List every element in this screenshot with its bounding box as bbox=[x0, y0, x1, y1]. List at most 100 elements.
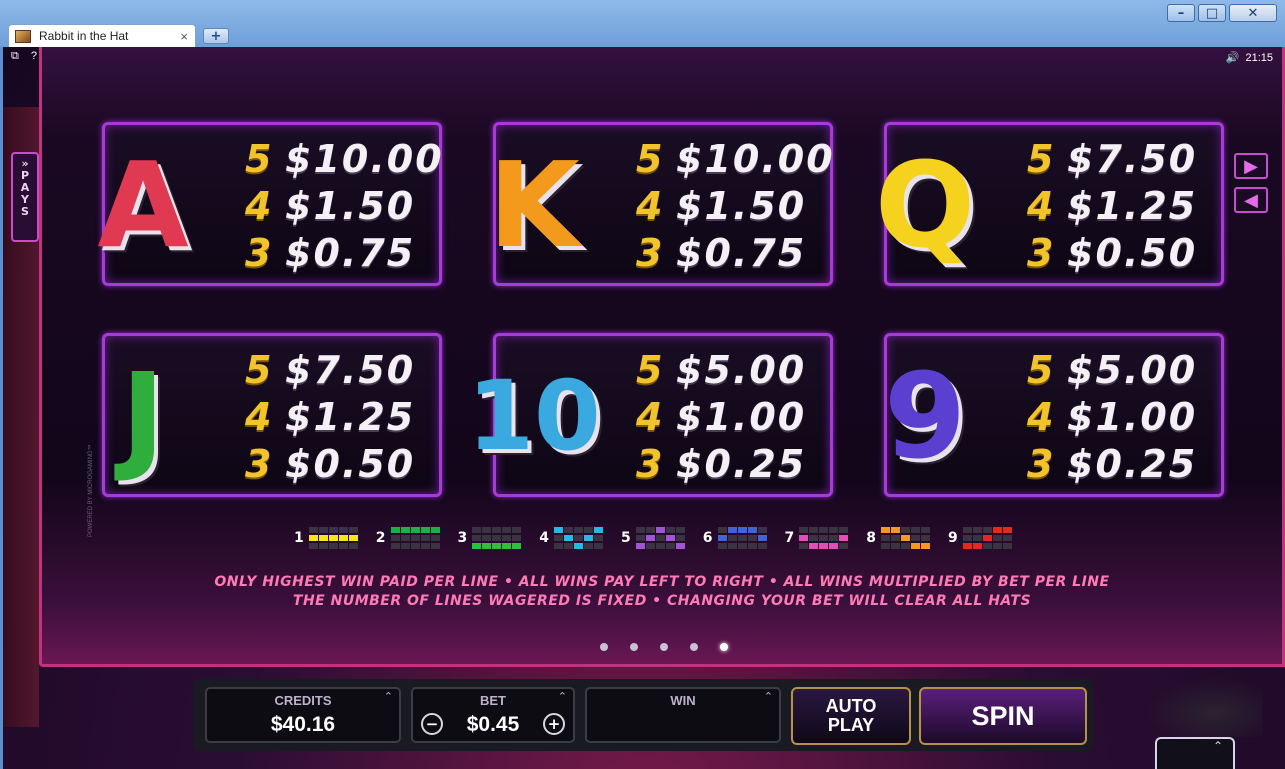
payline-cell bbox=[645, 543, 655, 549]
payline-cell bbox=[512, 527, 522, 533]
close-window-button[interactable]: ✕ bbox=[1229, 4, 1277, 22]
next-page-arrow[interactable]: ▶ bbox=[1234, 153, 1268, 179]
speaker-icon[interactable]: 🔊 bbox=[1226, 51, 1240, 64]
payline-pattern bbox=[635, 527, 685, 549]
rules-line-1: ONLY HIGHEST WIN PAID PER LINE • ALL WIN… bbox=[214, 574, 1110, 590]
payline-cell bbox=[757, 527, 767, 533]
autoplay-button[interactable]: AUTO PLAY bbox=[791, 687, 911, 745]
spin-button[interactable]: SPIN bbox=[919, 687, 1087, 745]
payline-cell bbox=[881, 535, 890, 541]
chevron-up-icon[interactable]: ⌃ bbox=[764, 690, 773, 703]
credits-label: CREDITS bbox=[274, 693, 332, 708]
help-icon[interactable]: ? bbox=[31, 50, 37, 63]
payline-cell bbox=[472, 543, 482, 549]
payline-cell bbox=[901, 543, 910, 549]
payline-cell bbox=[809, 543, 819, 549]
payline-cell bbox=[799, 527, 809, 533]
page-dot[interactable] bbox=[720, 643, 728, 651]
payline-cell bbox=[318, 527, 328, 533]
match-count: 5 bbox=[1027, 348, 1054, 392]
payline-cell bbox=[308, 543, 318, 549]
payline-cell bbox=[420, 543, 430, 549]
match-count: 3 bbox=[636, 442, 663, 486]
chevron-up-icon[interactable]: ⌃ bbox=[558, 690, 567, 703]
minimize-button[interactable]: – bbox=[1167, 4, 1195, 22]
payout-row: 3 $0.75 bbox=[245, 231, 444, 278]
payline-cell bbox=[564, 527, 573, 533]
payline-cell bbox=[410, 543, 420, 549]
payline-cell bbox=[891, 543, 900, 549]
payline-cell bbox=[911, 535, 920, 541]
bet-increase-button[interactable]: + bbox=[543, 713, 565, 735]
payline-cell bbox=[348, 527, 358, 533]
win-label: WIN bbox=[670, 693, 696, 708]
control-bar: CREDITS ⌃ $40.16 BET ⌃ − $0.45 + WIN ⌃ A… bbox=[193, 679, 1093, 751]
previous-page-arrow[interactable]: ◀ bbox=[1234, 187, 1268, 213]
payout-value: $5.00 bbox=[676, 348, 807, 392]
payout-value: $1.00 bbox=[676, 395, 807, 439]
browser-tab[interactable]: Rabbit in the Hat × bbox=[8, 24, 196, 47]
payout-row: 5 $5.00 bbox=[1027, 348, 1197, 395]
payline-cell bbox=[921, 543, 930, 549]
payout-rows: 5 $5.00 4 $1.00 3 $0.25 bbox=[1027, 348, 1197, 489]
payline-cell bbox=[992, 535, 1002, 541]
payline-cell bbox=[992, 527, 1002, 533]
credits-display[interactable]: CREDITS ⌃ $40.16 bbox=[205, 687, 401, 743]
symbol-icon: A bbox=[97, 136, 189, 274]
game-area: POWERED BY MICROGAMING™ A 5 $10.00 4 $1.50 3 $… bbox=[3, 47, 1285, 769]
payline-number: 7 bbox=[784, 530, 795, 546]
payline-number: 2 bbox=[375, 530, 386, 546]
payline-cell bbox=[1002, 527, 1012, 533]
payline-cell bbox=[338, 535, 348, 541]
bet-display: BET ⌃ − $0.45 + bbox=[411, 687, 575, 743]
payline-number: 4 bbox=[539, 530, 549, 546]
payline-number: 3 bbox=[457, 530, 468, 546]
payline-cell bbox=[819, 543, 829, 549]
payout-row: 4 $1.00 bbox=[636, 395, 806, 442]
payout-row: 5 $5.00 bbox=[636, 348, 806, 395]
symbol-icon: K bbox=[488, 136, 580, 274]
payline-pattern bbox=[308, 527, 358, 549]
payline-cell bbox=[911, 543, 920, 549]
payout-row: 4 $1.50 bbox=[636, 184, 835, 231]
payline-cell bbox=[881, 543, 890, 549]
payline-cell bbox=[727, 535, 737, 541]
favicon-icon bbox=[15, 29, 31, 43]
win-display[interactable]: WIN ⌃ bbox=[585, 687, 781, 743]
payline-cell bbox=[972, 527, 982, 533]
match-count: 5 bbox=[636, 137, 663, 181]
page-dot[interactable] bbox=[660, 643, 668, 651]
pays-tab[interactable]: » P A Y S bbox=[11, 152, 39, 242]
payline-cell bbox=[420, 535, 430, 541]
match-count: 5 bbox=[245, 348, 272, 392]
paytable-card: A 5 $10.00 4 $1.50 3 $0.75 bbox=[97, 122, 444, 286]
payline-cell bbox=[574, 535, 583, 541]
page-dot[interactable] bbox=[690, 643, 698, 651]
payline-item: 2 bbox=[376, 527, 440, 549]
payline-cell bbox=[348, 543, 358, 549]
match-count: 5 bbox=[1027, 137, 1054, 181]
payout-row: 5 $10.00 bbox=[245, 137, 444, 184]
payout-row: 4 $1.50 bbox=[245, 184, 444, 231]
payline-cell bbox=[727, 527, 737, 533]
page-dot[interactable] bbox=[630, 643, 638, 651]
new-tab-button[interactable]: + bbox=[203, 28, 229, 44]
payline-cell bbox=[564, 535, 573, 541]
page-dot[interactable] bbox=[600, 643, 608, 651]
window-mode-icon[interactable]: ⧉ bbox=[11, 50, 19, 63]
payout-row: 4 $1.25 bbox=[1027, 184, 1197, 231]
payline-pattern bbox=[554, 527, 603, 549]
payline-cell bbox=[318, 535, 328, 541]
payline-cell bbox=[584, 543, 593, 549]
window-titlebar: – □ ✕ Rabbit in the Hat × + bbox=[0, 0, 1285, 47]
payline-cell bbox=[717, 535, 727, 541]
maximize-button[interactable]: □ bbox=[1198, 4, 1226, 22]
tab-close-icon[interactable]: × bbox=[180, 29, 188, 44]
shoe-decoration bbox=[1143, 677, 1263, 737]
paytable-panel: POWERED BY MICROGAMING™ A 5 $10.00 4 $1.50 3 $… bbox=[39, 47, 1285, 667]
payline-cell bbox=[502, 543, 512, 549]
bottom-right-tab[interactable]: ⌃ bbox=[1155, 737, 1235, 769]
payline-cell bbox=[492, 527, 502, 533]
payline-cell bbox=[819, 527, 829, 533]
chevron-up-icon[interactable]: ⌃ bbox=[384, 690, 393, 703]
